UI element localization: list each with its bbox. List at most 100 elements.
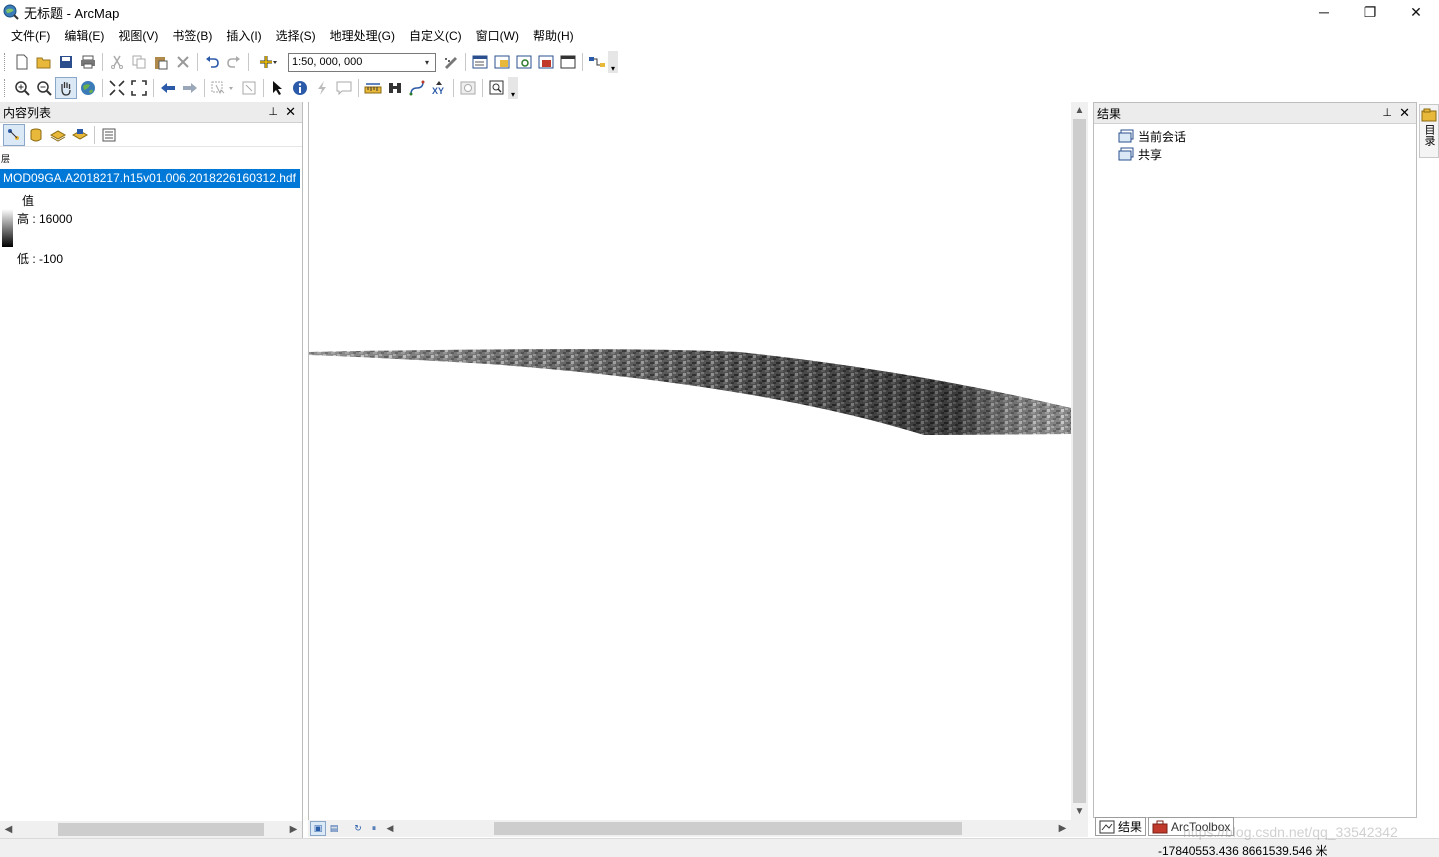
- pause-drawing-icon[interactable]: ⏸: [366, 821, 382, 836]
- find-route-icon[interactable]: [406, 77, 428, 99]
- results-node-shared[interactable]: 共享: [1118, 145, 1162, 163]
- list-by-source-icon[interactable]: [25, 124, 47, 146]
- pan-hand-icon[interactable]: [55, 77, 77, 99]
- catalog-dock-tab[interactable]: 目录: [1419, 104, 1439, 158]
- find-binoculars-icon[interactable]: [384, 77, 406, 99]
- scroll-left-icon[interactable]: ◀: [0, 821, 17, 838]
- legend-color-ramp[interactable]: [2, 209, 13, 247]
- fixed-zoom-out-icon[interactable]: [128, 77, 150, 99]
- menu-customize[interactable]: 自定义(C): [402, 25, 469, 47]
- add-data-button[interactable]: [252, 51, 284, 73]
- select-elements-arrow-icon[interactable]: [267, 77, 289, 99]
- clear-selection-icon[interactable]: [238, 77, 260, 99]
- close-button[interactable]: ✕: [1393, 0, 1439, 24]
- toolbar-separator: [465, 53, 466, 71]
- arctoolbox-window-icon[interactable]: [535, 51, 557, 73]
- scroll-left-icon[interactable]: ◀: [382, 821, 398, 836]
- menu-edit[interactable]: 编辑(E): [57, 25, 111, 47]
- close-icon[interactable]: ✕: [285, 104, 296, 120]
- menu-file[interactable]: 文件(F): [4, 25, 57, 47]
- toolbar-overflow-icon[interactable]: ▾: [608, 51, 618, 73]
- list-by-drawing-order-icon[interactable]: [3, 123, 25, 146]
- toolbar-grip[interactable]: [4, 79, 7, 97]
- arctoolbox-icon: [1152, 820, 1168, 833]
- go-forward-extent-icon[interactable]: [179, 77, 201, 99]
- refresh-icon[interactable]: ↻: [350, 821, 366, 836]
- copy-icon[interactable]: [128, 51, 150, 73]
- watermark-text: https://blog.csdn.net/qq_33542342: [1183, 824, 1398, 840]
- toolbar-grip[interactable]: [4, 53, 7, 71]
- menu-insert[interactable]: 插入(I): [219, 25, 268, 47]
- list-by-visibility-icon[interactable]: [47, 124, 69, 146]
- measure-ruler-icon[interactable]: [362, 77, 384, 99]
- zoom-in-icon[interactable]: [11, 77, 33, 99]
- toc-horizontal-scrollbar[interactable]: ◀ ▶: [0, 821, 302, 838]
- toolbar-separator: [102, 53, 103, 71]
- save-icon[interactable]: [55, 51, 77, 73]
- menu-view[interactable]: 视图(V): [111, 25, 165, 47]
- catalog-window-icon[interactable]: [491, 51, 513, 73]
- menu-bookmarks[interactable]: 书签(B): [165, 25, 219, 47]
- scroll-down-icon[interactable]: ▼: [1071, 803, 1088, 820]
- identify-icon[interactable]: [289, 77, 311, 99]
- editor-toolbar-icon[interactable]: [440, 51, 462, 73]
- zoom-out-icon[interactable]: [33, 77, 55, 99]
- shared-folder-icon: [1118, 147, 1134, 161]
- search-window-icon[interactable]: [513, 51, 535, 73]
- data-view-icon[interactable]: ▣: [310, 821, 326, 836]
- hyperlink-lightning-icon[interactable]: [311, 77, 333, 99]
- full-extent-globe-icon[interactable]: [77, 77, 99, 99]
- toolbar-separator: [204, 79, 205, 97]
- scroll-up-icon[interactable]: ▲: [1071, 102, 1088, 119]
- pin-icon[interactable]: ⊥: [268, 105, 278, 118]
- results-panel: 结果 ⊥ ✕ 当前会话 共享: [1093, 102, 1417, 818]
- python-window-icon[interactable]: [557, 51, 579, 73]
- create-viewer-window-icon[interactable]: [486, 77, 508, 99]
- map-display[interactable]: [308, 102, 1071, 820]
- time-slider-icon[interactable]: [457, 77, 479, 99]
- paste-icon[interactable]: [150, 51, 172, 73]
- scrollbar-thumb[interactable]: [494, 822, 962, 835]
- redo-icon[interactable]: [223, 51, 245, 73]
- go-to-xy-icon[interactable]: XY: [428, 77, 450, 99]
- toolbar-overflow-icon[interactable]: ▾: [508, 77, 518, 99]
- map-scale-value: 1:50, 000, 000: [292, 56, 363, 68]
- close-icon[interactable]: ✕: [1399, 105, 1410, 121]
- map-scale-combobox[interactable]: 1:50, 000, 000 ▾: [288, 52, 436, 72]
- restore-button[interactable]: ❐: [1347, 0, 1393, 24]
- menu-help[interactable]: 帮助(H): [526, 25, 581, 47]
- table-of-contents-window-icon[interactable]: [469, 51, 491, 73]
- standard-toolbar: 1:50, 000, 000 ▾ ▾: [0, 49, 620, 75]
- fixed-zoom-in-icon[interactable]: [106, 77, 128, 99]
- print-icon[interactable]: [77, 51, 99, 73]
- results-node-current-session[interactable]: 当前会话: [1118, 127, 1186, 145]
- select-features-icon[interactable]: [208, 77, 238, 99]
- tab-results[interactable]: 结果: [1095, 817, 1147, 836]
- new-document-icon[interactable]: [11, 51, 33, 73]
- layer-item-mod09ga[interactable]: MOD09GA.A2018217.h15v01.006.201822616031…: [0, 169, 300, 188]
- toc-options-icon[interactable]: [98, 124, 120, 146]
- layers-label[interactable]: 层: [1, 152, 10, 165]
- menu-windows[interactable]: 窗口(W): [469, 25, 526, 47]
- html-popup-icon[interactable]: [333, 77, 355, 99]
- map-vertical-scrollbar[interactable]: ▲ ▼: [1071, 102, 1088, 820]
- modelbuilder-icon[interactable]: [586, 51, 608, 73]
- list-by-selection-icon[interactable]: [69, 124, 91, 146]
- minimize-button[interactable]: ─: [1301, 0, 1347, 24]
- scroll-right-icon[interactable]: ▶: [1054, 820, 1071, 837]
- menu-geoprocessing[interactable]: 地理处理(G): [323, 25, 402, 47]
- go-back-extent-icon[interactable]: [157, 77, 179, 99]
- layout-view-icon[interactable]: ▤: [326, 821, 342, 836]
- pin-icon[interactable]: ⊥: [1382, 106, 1392, 119]
- cut-icon[interactable]: [106, 51, 128, 73]
- chevron-down-icon[interactable]: ▾: [419, 54, 435, 71]
- scroll-right-icon[interactable]: ▶: [285, 821, 302, 838]
- open-folder-icon[interactable]: [33, 51, 55, 73]
- toc-tree: 层 MOD09GA.A2018217.h15v01.006.2018226160…: [0, 147, 302, 817]
- scrollbar-thumb[interactable]: [58, 823, 264, 836]
- menu-selection[interactable]: 选择(S): [269, 25, 323, 47]
- menu-bar: 文件(F) 编辑(E) 视图(V) 书签(B) 插入(I) 选择(S) 地理处理…: [0, 24, 1439, 48]
- scrollbar-thumb[interactable]: [1073, 119, 1086, 803]
- undo-icon[interactable]: [201, 51, 223, 73]
- delete-icon[interactable]: [172, 51, 194, 73]
